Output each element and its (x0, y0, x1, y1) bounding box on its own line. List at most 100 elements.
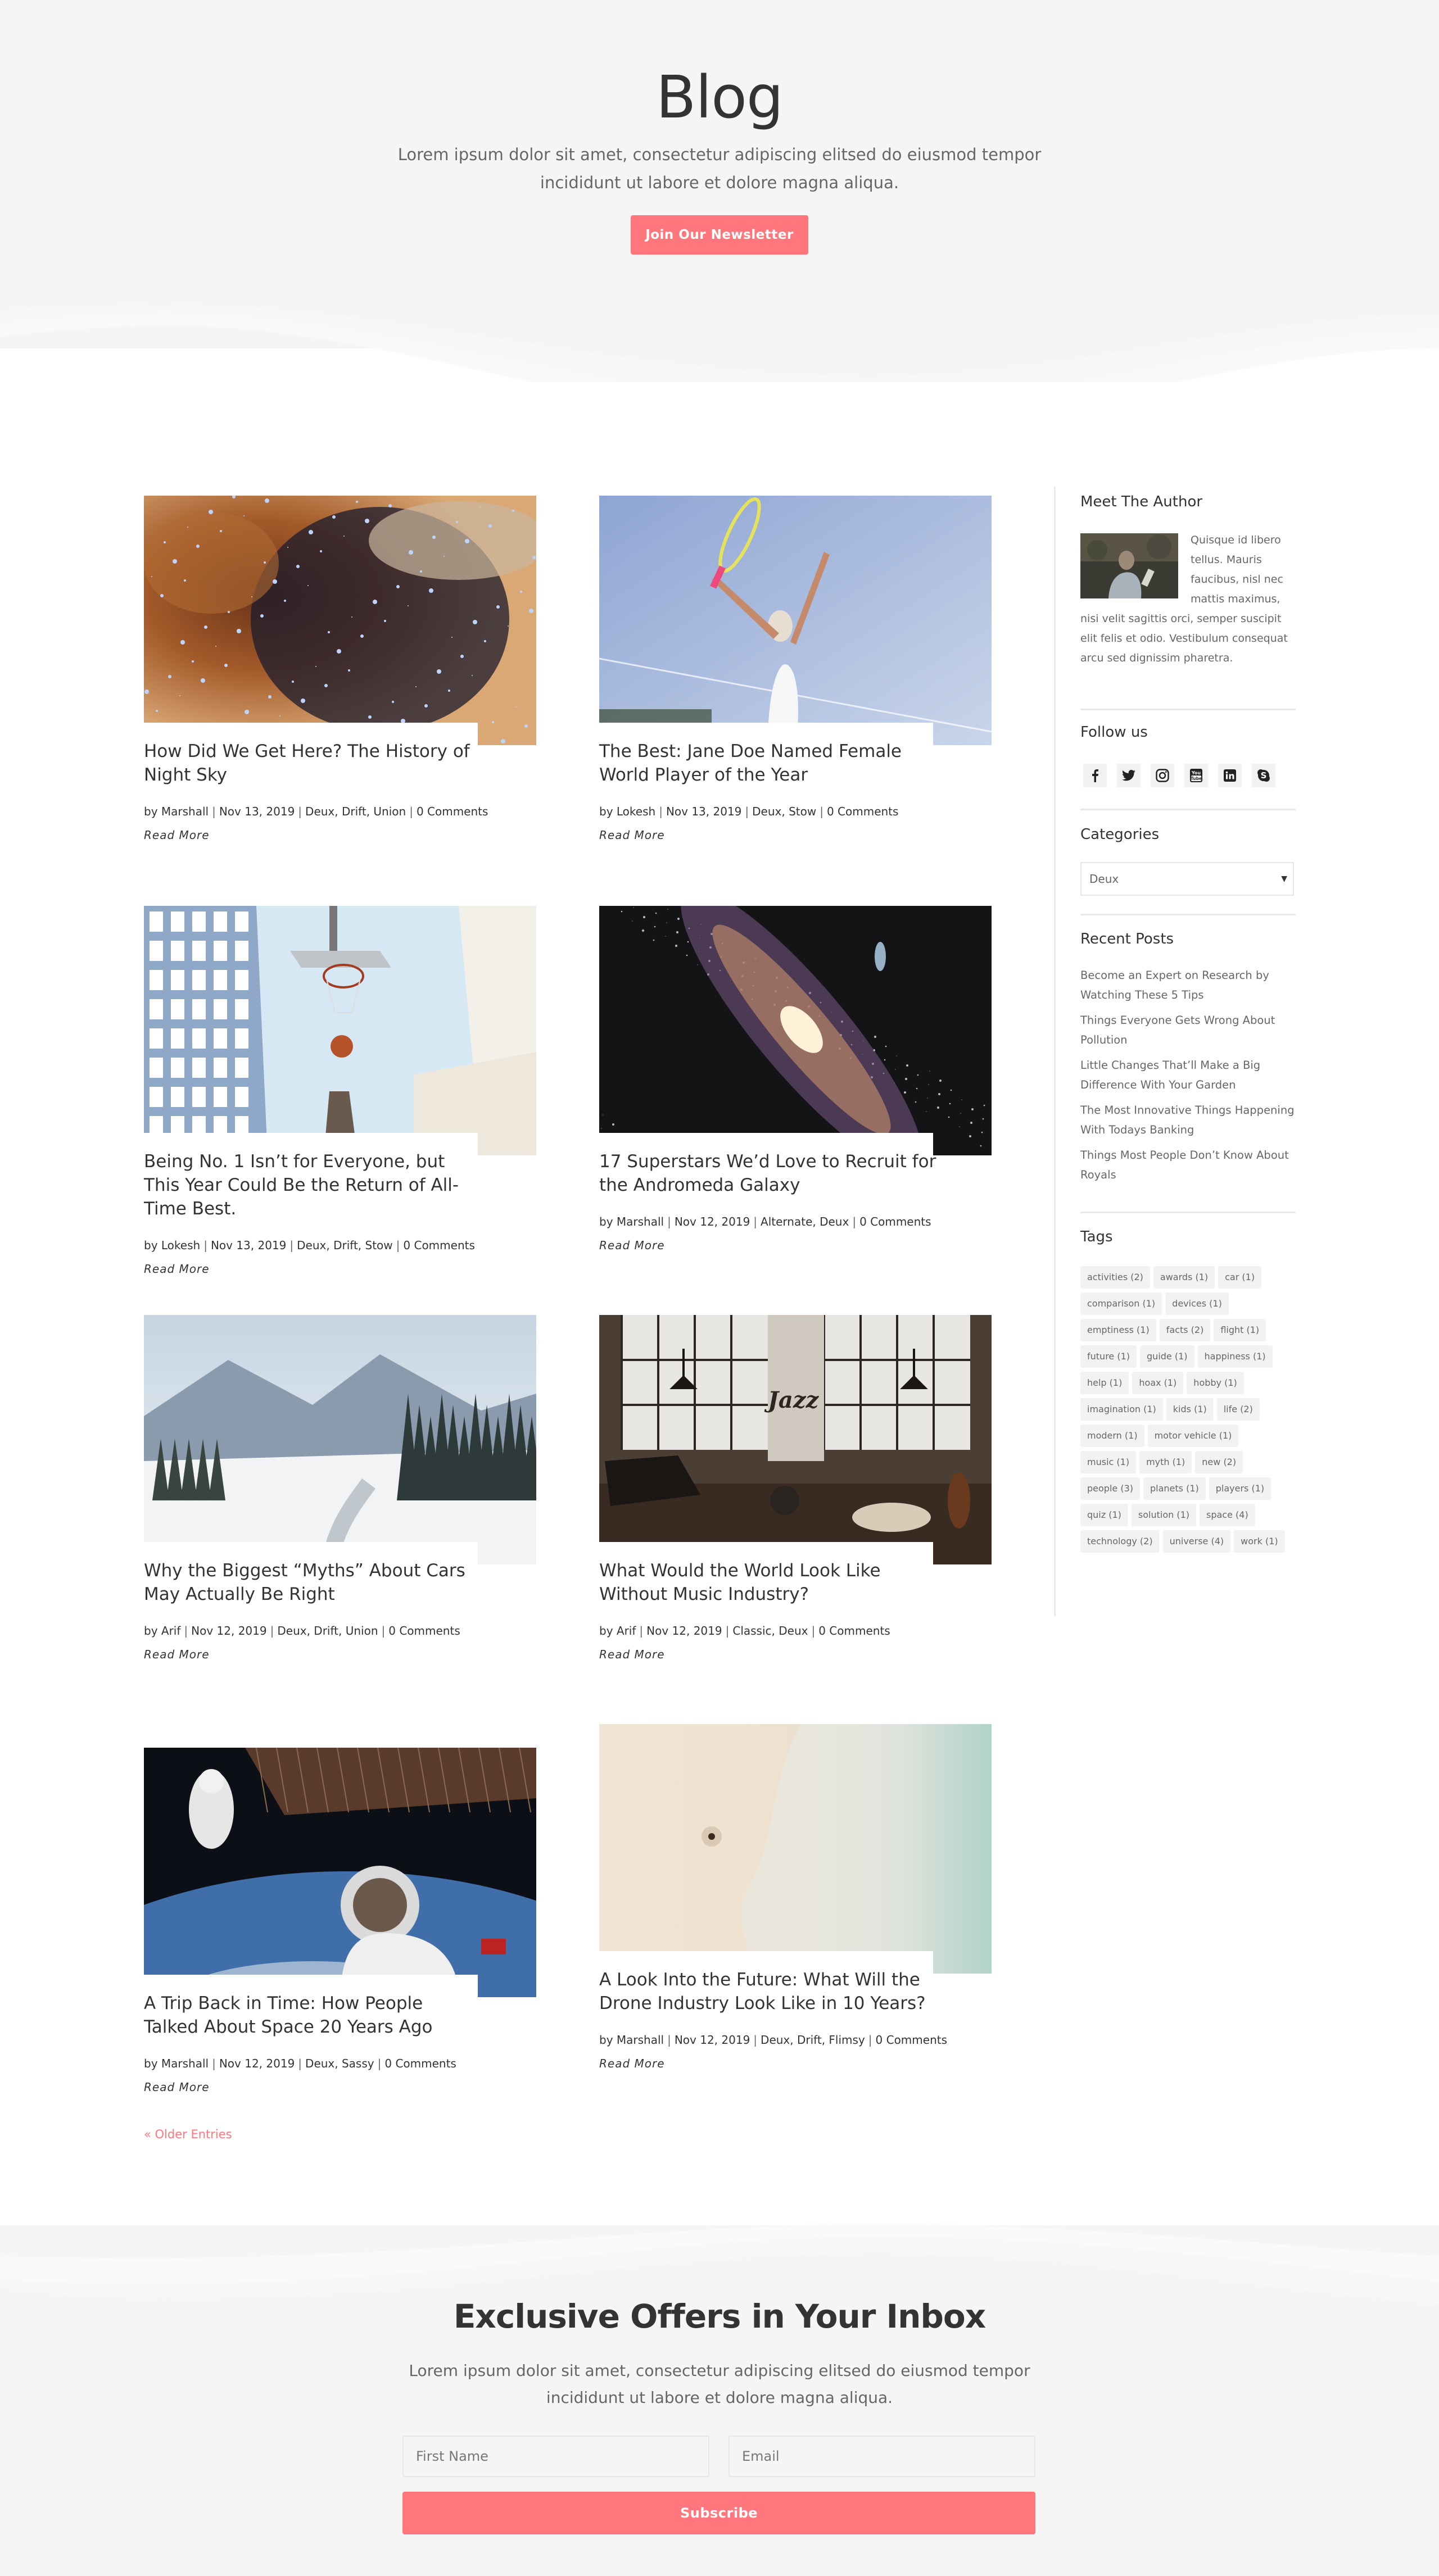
sidebar-divider (1054, 487, 1056, 1616)
tag-link[interactable]: future (1) (1080, 1345, 1137, 1368)
tag-link[interactable]: solution (1) (1131, 1504, 1196, 1526)
tag-link[interactable]: modern (1) (1080, 1425, 1144, 1447)
recent-post-link[interactable]: Things Everyone Gets Wrong About Polluti… (1080, 1010, 1296, 1050)
post-title[interactable]: How Did We Get Here? The History of Nigh… (144, 740, 481, 787)
post-categories-links[interactable]: Deux, Stow (752, 805, 816, 818)
tag-link[interactable]: planets (1) (1143, 1477, 1206, 1500)
read-more-link[interactable]: Read More (599, 828, 665, 842)
tag-link[interactable]: emptiness (1) (1080, 1319, 1156, 1341)
post-image-astronaut-earth[interactable] (144, 1748, 536, 1997)
meta-separator: | (298, 805, 302, 818)
tag-link[interactable]: devices (1) (1165, 1292, 1229, 1315)
post-categories-links[interactable]: Alternate, Deux (761, 1215, 849, 1228)
email-input[interactable] (728, 2436, 1035, 2477)
tag-link[interactable]: help (1) (1080, 1372, 1129, 1394)
post-categories-links[interactable]: Deux, Sassy (305, 2057, 374, 2070)
tag-link[interactable]: hobby (1) (1187, 1372, 1244, 1394)
tag-link[interactable]: facts (2) (1159, 1319, 1211, 1341)
post-title[interactable]: 17 Superstars We’d Love to Recruit for t… (599, 1150, 936, 1197)
post-author-link[interactable]: Arif (161, 1624, 181, 1638)
tag-link[interactable]: motor vehicle (1) (1147, 1425, 1239, 1447)
read-more-link[interactable]: Read More (144, 1262, 210, 1276)
post-categories-links[interactable]: Deux, Drift, Flimsy (761, 2033, 865, 2047)
post-title[interactable]: What Would the World Look Like Without M… (599, 1559, 936, 1606)
join-newsletter-button[interactable]: Join Our Newsletter (631, 215, 808, 255)
post-image-beach-aerial[interactable] (599, 1724, 992, 1974)
post-categories-links[interactable]: Deux, Drift, Union (277, 1624, 378, 1638)
recent-post-link[interactable]: Things Most People Don’t Know About Roya… (1080, 1145, 1296, 1185)
read-more-link[interactable]: Read More (599, 2057, 665, 2070)
post-comments-link[interactable]: 0 Comments (417, 805, 488, 818)
post-image-basketball-buildings[interactable] (144, 906, 536, 1155)
tag-link[interactable]: technology (2) (1080, 1530, 1160, 1553)
read-more-link[interactable]: Read More (599, 1239, 665, 1252)
tag-link[interactable]: players (1) (1209, 1477, 1271, 1500)
facebook-button[interactable] (1083, 764, 1107, 787)
read-more-link[interactable]: Read More (144, 1648, 210, 1661)
tag-link[interactable]: hoax (1) (1132, 1372, 1184, 1394)
post-author-link[interactable]: Marshall (161, 2057, 209, 2070)
first-name-input[interactable] (402, 2436, 709, 2477)
tag-link[interactable]: people (3) (1080, 1477, 1140, 1500)
read-more-link[interactable]: Read More (144, 2080, 210, 2094)
post-title[interactable]: A Look Into the Future: What Will the Dr… (599, 1968, 936, 2015)
post-comments-link[interactable]: 0 Comments (876, 2033, 948, 2047)
post-image-music-studio[interactable]: Jazz (599, 1315, 992, 1564)
tag-link[interactable]: imagination (1) (1080, 1398, 1163, 1421)
recent-post-link[interactable]: Little Changes That’ll Make a Big Differ… (1080, 1055, 1296, 1095)
tag-link[interactable]: guide (1) (1140, 1345, 1194, 1368)
tag-link[interactable]: myth (1) (1139, 1451, 1192, 1473)
post-title[interactable]: A Trip Back in Time: How People Talked A… (144, 1992, 481, 2039)
post-image-andromeda-galaxy[interactable] (599, 906, 992, 1155)
tag-link[interactable]: universe (4) (1162, 1530, 1231, 1553)
post-author-link[interactable]: Lokesh (617, 805, 655, 818)
recent-post-link[interactable]: The Most Innovative Things Happening Wit… (1080, 1100, 1296, 1140)
post-author-link[interactable]: Lokesh (161, 1239, 200, 1252)
post-title[interactable]: The Best: Jane Doe Named Female World Pl… (599, 740, 936, 787)
post-author-link[interactable]: Marshall (617, 2033, 664, 2047)
post-comments-link[interactable]: 0 Comments (818, 1624, 890, 1638)
post-author-link[interactable]: Arif (617, 1624, 636, 1638)
tag-link[interactable]: kids (1) (1166, 1398, 1214, 1421)
post-comments-link[interactable]: 0 Comments (384, 2057, 456, 2070)
hero-subtitle: Lorem ipsum dolor sit amet, consectetur … (397, 145, 1042, 192)
post-title[interactable]: Why the Biggest “Myths” About Cars May A… (144, 1559, 481, 1606)
youtube-button[interactable]: You Tube (1184, 764, 1208, 787)
tag-link[interactable]: car (1) (1218, 1266, 1262, 1289)
post-image-snowy-mountain-road[interactable] (144, 1315, 536, 1564)
skype-button[interactable]: S (1252, 764, 1275, 787)
linkedin-button[interactable] (1218, 764, 1242, 787)
tag-link[interactable]: life (2) (1216, 1398, 1260, 1421)
tag-link[interactable]: activities (2) (1080, 1266, 1150, 1289)
tag-link[interactable]: happiness (1) (1197, 1345, 1273, 1368)
tag-link[interactable]: awards (1) (1153, 1266, 1215, 1289)
older-entries-link[interactable]: « Older Entries (144, 2128, 232, 2141)
tag-link[interactable]: music (1) (1080, 1451, 1137, 1473)
tag-link[interactable]: quiz (1) (1080, 1504, 1128, 1526)
post-image-nebula-stars[interactable] (144, 496, 536, 745)
post-comments-link[interactable]: 0 Comments (859, 1215, 931, 1228)
post-categories-links[interactable]: Deux, Drift, Union (305, 805, 406, 818)
post-image-tennis-player[interactable] (599, 496, 992, 745)
post-comments-link[interactable]: 0 Comments (827, 805, 899, 818)
categories-select[interactable]: Deux ▼ (1080, 862, 1294, 896)
post-categories-links[interactable]: Classic, Deux (732, 1624, 808, 1638)
instagram-button[interactable] (1151, 764, 1174, 787)
read-more-link[interactable]: Read More (599, 1648, 665, 1661)
meta-separator: | (667, 1215, 671, 1228)
tag-link[interactable]: flight (1) (1214, 1319, 1266, 1341)
post-categories-links[interactable]: Deux, Drift, Stow (297, 1239, 393, 1252)
post-comments-link[interactable]: 0 Comments (388, 1624, 460, 1638)
subscribe-button[interactable]: Subscribe (402, 2492, 1035, 2534)
post-comments-link[interactable]: 0 Comments (403, 1239, 475, 1252)
read-more-link[interactable]: Read More (144, 828, 210, 842)
tag-link[interactable]: work (1) (1234, 1530, 1285, 1553)
post-author-link[interactable]: Marshall (161, 805, 209, 818)
twitter-button[interactable] (1117, 764, 1141, 787)
tag-link[interactable]: new (2) (1195, 1451, 1243, 1473)
tag-link[interactable]: space (4) (1200, 1504, 1255, 1526)
recent-post-link[interactable]: Become an Expert on Research by Watching… (1080, 965, 1296, 1005)
tag-link[interactable]: comparison (1) (1080, 1292, 1162, 1315)
post-author-link[interactable]: Marshall (617, 1215, 664, 1228)
post-title[interactable]: Being No. 1 Isn’t for Everyone, but This… (144, 1150, 481, 1221)
